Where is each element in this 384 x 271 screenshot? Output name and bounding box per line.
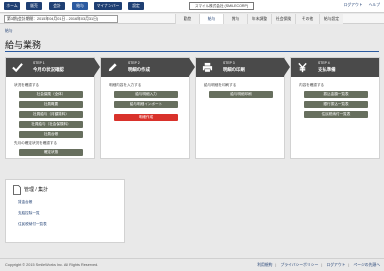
subtab-insurance[interactable]: 社会保険 (271, 14, 295, 24)
top-links: ログアウト ヘルプ (339, 3, 380, 8)
step-3-header: STEP 3 明細の印刷 (196, 58, 290, 77)
step-2-card: STEP 2 明細の作成 明細内容を入力する 給与明細入力 給与明細インポート … (100, 57, 195, 159)
manage-summary-panel: 管理 / 集計 賃金台帳 支給控除一覧 住民税納付一覧表 (5, 179, 125, 243)
wage-ledger-link[interactable]: 賃金台帳 (18, 200, 32, 205)
footer-links: 利用規約 | プライバシーポリシー | ログアウト | ページの先頭へ (257, 263, 380, 267)
step-lead-2: 先月の確定状況を確認する (14, 141, 58, 145)
step-title: 明細の印刷 (223, 67, 245, 72)
subtab-other[interactable]: その他 (295, 14, 319, 24)
subtab-salary[interactable]: 給与 (199, 14, 223, 24)
printer-icon (202, 62, 213, 73)
step-4-card: STEP 4 支払準備 内容を確認する 振込金額一覧表 銀行振込一覧表 住民税納… (290, 57, 380, 159)
subtab-salary-settings[interactable]: 給与設定 (319, 14, 343, 24)
page-title: 給与業務 (5, 40, 42, 50)
step-arrow (94, 58, 100, 76)
tab-settings[interactable]: 設定 (128, 2, 144, 10)
step-1-header: STEP 1 今月の状況確認 (6, 58, 100, 77)
transfer-amount-list-button[interactable]: 振込金額一覧表 (304, 91, 368, 98)
step-number: STEP 3 (223, 61, 235, 65)
tab-payroll[interactable]: 給与 (72, 2, 88, 10)
payment-deduction-list-link[interactable]: 支給控除一覧 (18, 211, 40, 216)
sub-tabs: 勤怠 給与 賞与 年末調整 社会保険 その他 給与設定 (175, 14, 343, 24)
manage-title: 管理 / 集計 (24, 187, 49, 193)
step-2-header: STEP 2 明細の作成 (101, 58, 195, 77)
step-lead: 内容を確認する (299, 83, 325, 87)
yen-icon (298, 62, 307, 73)
title-divider (5, 51, 379, 52)
employee-salary-monthly-button[interactable]: 社員給与（月額賃料） (19, 111, 83, 118)
tab-home[interactable]: ホーム (4, 2, 20, 10)
step-number: STEP 1 (33, 61, 45, 65)
step-arrow (189, 58, 195, 76)
step-lead: 給与明細を印刷する (204, 83, 237, 87)
step-lead: 状況を確認する (14, 83, 40, 87)
tab-sales[interactable]: 販売 (26, 2, 42, 10)
copyright: Copyright © 2015 SmileWorks Inc. All Rig… (5, 263, 99, 267)
payslip-import-button[interactable]: 給与明細インポート (114, 101, 178, 108)
step-number: STEP 4 (318, 61, 330, 65)
subtab-attendance[interactable]: 勤怠 (175, 14, 199, 24)
document-icon (13, 185, 21, 195)
logout-link[interactable]: ログアウト (344, 3, 363, 7)
confirmed-status-button[interactable]: 確定状態 (19, 149, 83, 156)
resident-tax-payment-list-link[interactable]: 住民税納付一覧表 (18, 222, 47, 227)
employee-ledger-button[interactable]: 社員台帳 (19, 131, 83, 138)
tab-accounting[interactable]: 会計 (49, 2, 65, 10)
insurance-all-button[interactable]: 社会保険（全体） (19, 91, 83, 98)
footer-divider (0, 258, 384, 259)
pencil-icon (108, 63, 117, 72)
checkmark-icon (12, 63, 23, 73)
step-1-card: STEP 1 今月の状況確認 状況を確認する 社会保険（全体） 社員概要 社員給… (5, 57, 100, 159)
subtab-year-end[interactable]: 年末調整 (247, 14, 271, 24)
payslip-input-button[interactable]: 給与明細入力 (114, 91, 178, 98)
help-link[interactable]: ヘルプ (369, 3, 380, 7)
employee-salary-insurance-button[interactable]: 社員給与（社会保険料） (19, 121, 83, 128)
bank-transfer-list-button[interactable]: 銀行振込一覧表 (304, 101, 368, 108)
payslip-print-button[interactable]: 給与明細印刷 (209, 91, 273, 98)
page-top-link[interactable]: ページの先頭へ (353, 263, 380, 267)
step-title: 支払準備 (318, 67, 336, 72)
create-payslip-button[interactable]: 明細作成 (114, 114, 178, 121)
step-title: 今月の状況確認 (33, 67, 64, 72)
step-4-header: STEP 4 支払準備 (291, 58, 379, 77)
resident-tax-list-button[interactable]: 住民税納付一覧表 (304, 111, 368, 118)
step-lead: 明細内容を入力する (109, 83, 142, 87)
top-navigation: ホーム 販売 会計 給与 マイナンバー 設定 スマイル株式会社 (SMILECO… (0, 0, 384, 13)
step-3-card: STEP 3 明細の印刷 給与明細を印刷する 給与明細印刷 (195, 57, 290, 159)
footer-logout-link[interactable]: ログアウト (326, 263, 345, 267)
step-number: STEP 2 (128, 61, 140, 65)
subtab-bonus[interactable]: 賞与 (223, 14, 247, 24)
terms-link[interactable]: 利用規約 (257, 263, 272, 267)
tab-mynumber[interactable]: マイナンバー (94, 2, 122, 10)
employee-overview-button[interactable]: 社員概要 (19, 101, 83, 108)
step-arrow (284, 58, 290, 76)
period-selector[interactable]: 第3期(会計期間：2015年04月01日 - 2016年03月31日) (4, 15, 118, 23)
step-title: 明細の作成 (128, 67, 150, 72)
breadcrumb[interactable]: 給与 (5, 29, 13, 34)
company-selector[interactable]: スマイル株式会社 (SMILECORP) (189, 2, 254, 10)
sub-bar: 第3期(会計期間：2015年04月01日 - 2016年03月31日) 勤怠 給… (0, 14, 384, 24)
privacy-link[interactable]: プライバシーポリシー (280, 263, 318, 267)
